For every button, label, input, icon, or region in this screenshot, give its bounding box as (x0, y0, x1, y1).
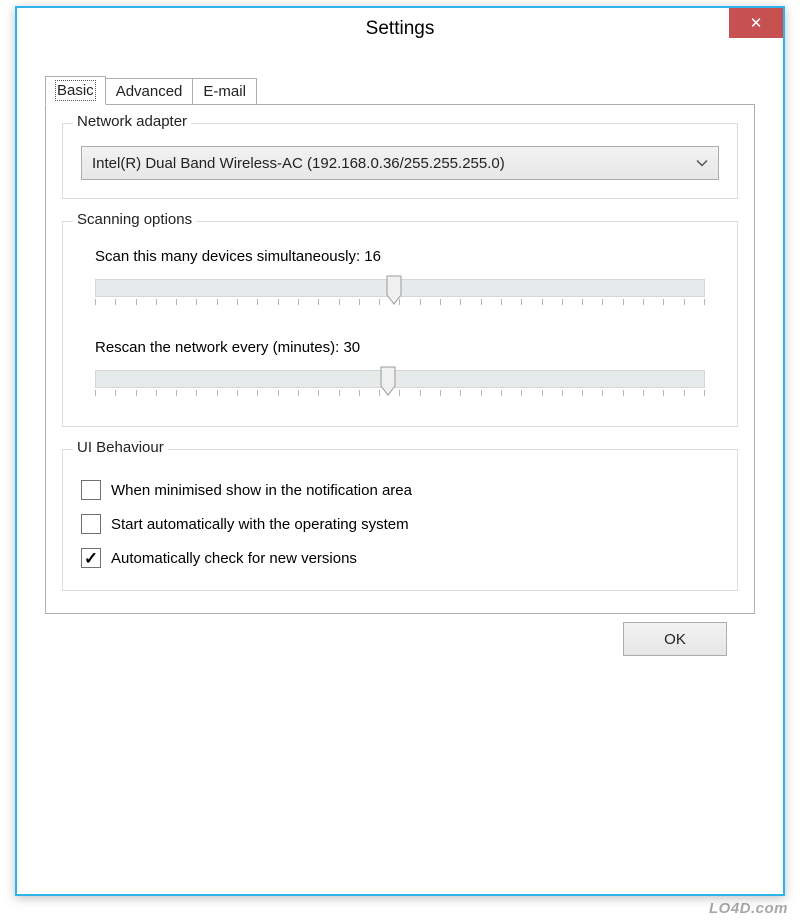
autoupdate-checkbox[interactable] (81, 548, 101, 568)
close-button[interactable]: ✕ (729, 8, 783, 38)
group-network-adapter-label: Network adapter (73, 113, 191, 130)
group-ui-behaviour: UI Behaviour When minimised show in the … (62, 449, 738, 591)
network-adapter-selected: Intel(R) Dual Band Wireless-AC (192.168.… (92, 155, 505, 172)
simultaneous-devices-label: Scan this many devices simultaneously: 1… (95, 248, 713, 265)
checkbox-row-autoupdate[interactable]: Automatically check for new versions (81, 548, 719, 568)
rescan-value: 30 (343, 339, 360, 356)
tab-advanced[interactable]: Advanced (105, 78, 194, 105)
minimise-checkbox[interactable] (81, 480, 101, 500)
tabpanel-basic: Network adapter Intel(R) Dual Band Wirel… (45, 104, 755, 614)
network-adapter-dropdown[interactable]: Intel(R) Dual Band Wireless-AC (192.168.… (81, 146, 719, 180)
window-content: Basic Advanced E-mail Network adapter In… (17, 50, 783, 666)
ok-button[interactable]: OK (623, 622, 727, 656)
tab-advanced-label: Advanced (116, 83, 183, 100)
dialog-footer: OK (45, 614, 755, 656)
checkbox-row-minimise[interactable]: When minimised show in the notification … (81, 480, 719, 500)
minimise-checkbox-label: When minimised show in the notification … (111, 482, 412, 499)
close-icon: ✕ (750, 14, 763, 32)
autostart-checkbox[interactable] (81, 514, 101, 534)
slider-thumb[interactable] (386, 275, 402, 305)
slider-track (95, 370, 705, 388)
sim-value: 16 (364, 248, 381, 265)
simultaneous-devices-block: Scan this many devices simultaneously: 1… (87, 248, 713, 313)
rescan-label-text: Rescan the network every (minutes): (95, 339, 343, 356)
autostart-checkbox-label: Start automatically with the operating s… (111, 516, 409, 533)
tab-email-label: E-mail (203, 83, 246, 100)
watermark: LO4D.com (709, 900, 788, 917)
autoupdate-checkbox-label: Automatically check for new versions (111, 550, 357, 567)
titlebar[interactable]: Settings ✕ (17, 8, 783, 50)
checkbox-row-autostart[interactable]: Start automatically with the operating s… (81, 514, 719, 534)
chevron-down-icon (696, 155, 708, 172)
slider-thumb[interactable] (380, 366, 396, 396)
rescan-interval-slider[interactable] (95, 366, 705, 404)
rescan-interval-label: Rescan the network every (minutes): 30 (95, 339, 713, 356)
group-ui-behaviour-label: UI Behaviour (73, 439, 168, 456)
tab-email[interactable]: E-mail (192, 78, 257, 105)
sim-label-text: Scan this many devices simultaneously: (95, 248, 364, 265)
group-network-adapter: Network adapter Intel(R) Dual Band Wirel… (62, 123, 738, 199)
simultaneous-devices-slider[interactable] (95, 275, 705, 313)
tab-basic[interactable]: Basic (45, 76, 106, 105)
tab-basic-label: Basic (57, 82, 94, 99)
window-title: Settings (366, 18, 435, 40)
settings-window: Settings ✕ Basic Advanced E-mail Network… (15, 6, 785, 896)
tabstrip: Basic Advanced E-mail (45, 78, 755, 105)
rescan-interval-block: Rescan the network every (minutes): 30 (87, 339, 713, 404)
slider-ticks (95, 390, 705, 400)
ok-button-label: OK (664, 631, 686, 648)
group-scanning-label: Scanning options (73, 211, 196, 228)
group-scanning-options: Scanning options Scan this many devices … (62, 221, 738, 427)
